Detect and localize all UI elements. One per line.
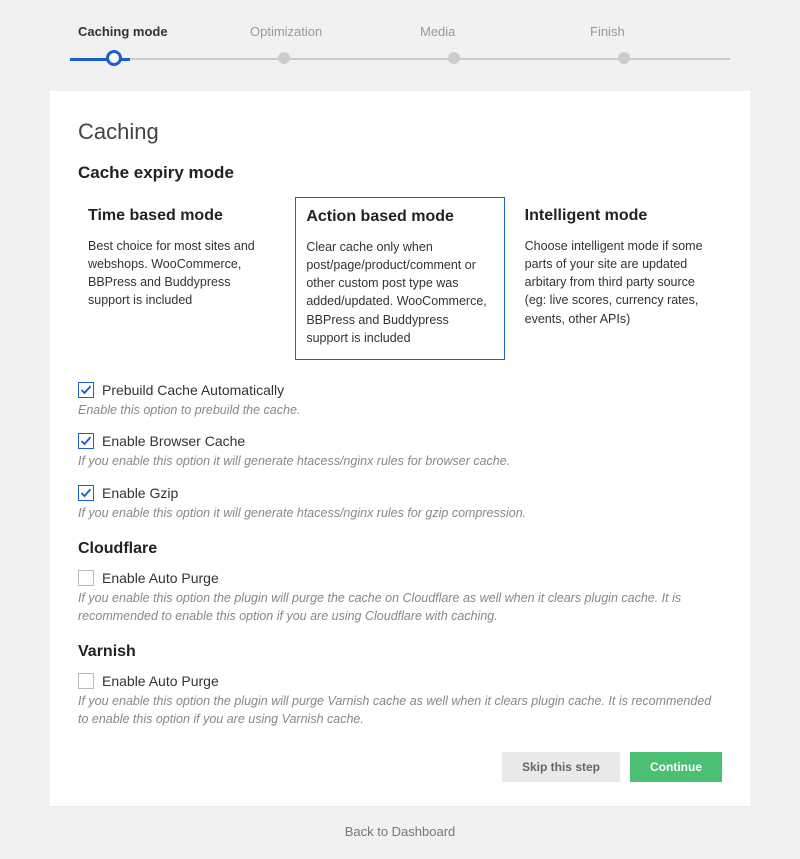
mode-time-based[interactable]: Time based mode Best choice for most sit… [78,197,285,360]
option-browser-cache: Enable Browser Cache If you enable this … [78,433,722,471]
continue-button[interactable]: Continue [630,752,722,782]
option-cloudflare-autopurge: Enable Auto Purge If you enable this opt… [78,570,722,625]
expiry-mode-group: Time based mode Best choice for most sit… [78,197,722,360]
option-label[interactable]: Prebuild Cache Automatically [102,382,284,398]
mode-desc: Choose intelligent mode if some parts of… [525,237,712,328]
varnish-heading: Varnish [78,643,722,661]
check-icon [80,384,92,396]
checkbox[interactable] [78,382,94,398]
option-gzip: Enable Gzip If you enable this option it… [78,485,722,523]
mode-intelligent[interactable]: Intelligent mode Choose intelligent mode… [515,197,722,360]
step-label: Media [400,24,570,39]
checkbox[interactable] [78,570,94,586]
option-prebuild-cache: Prebuild Cache Automatically Enable this… [78,382,722,420]
option-label[interactable]: Enable Auto Purge [102,673,219,689]
option-help: Enable this option to prebuild the cache… [78,402,722,420]
mode-desc: Best choice for most sites and webshops.… [88,237,275,310]
step-dot-icon [448,52,460,64]
option-label[interactable]: Enable Browser Cache [102,433,245,449]
option-help: If you enable this option it will genera… [78,505,722,523]
checkbox[interactable] [78,485,94,501]
wizard-stepper: Caching mode Optimization Media Finish [0,0,800,69]
cloudflare-heading: Cloudflare [78,540,722,558]
step-caching-mode[interactable]: Caching mode [60,24,230,69]
check-icon [80,435,92,447]
checkbox[interactable] [78,673,94,689]
step-label: Caching mode [60,24,230,39]
mode-title: Time based mode [88,207,275,225]
step-optimization[interactable]: Optimization [230,24,400,69]
step-label: Finish [570,24,740,39]
skip-button[interactable]: Skip this step [502,752,620,782]
option-help: If you enable this option the plugin wil… [78,693,722,728]
mode-action-based[interactable]: Action based mode Clear cache only when … [295,197,504,360]
step-dot-icon [278,52,290,64]
checkbox[interactable] [78,433,94,449]
option-label[interactable]: Enable Gzip [102,485,178,501]
step-dot-icon [106,50,122,66]
check-icon [80,487,92,499]
step-finish[interactable]: Finish [570,24,740,69]
step-dot-icon [618,52,630,64]
option-varnish-autopurge: Enable Auto Purge If you enable this opt… [78,673,722,728]
settings-card: Caching Cache expiry mode Time based mod… [50,91,750,806]
back-to-dashboard-link[interactable]: Back to Dashboard [0,814,800,859]
step-label: Optimization [230,24,400,39]
option-help: If you enable this option the plugin wil… [78,590,722,625]
option-label[interactable]: Enable Auto Purge [102,570,219,586]
mode-desc: Clear cache only when post/page/product/… [306,238,493,347]
expiry-heading: Cache expiry mode [78,163,722,183]
action-bar: Skip this step Continue [78,752,722,782]
mode-title: Action based mode [306,208,493,226]
step-media[interactable]: Media [400,24,570,69]
option-help: If you enable this option it will genera… [78,453,722,471]
page-title: Caching [78,119,722,145]
mode-title: Intelligent mode [525,207,712,225]
